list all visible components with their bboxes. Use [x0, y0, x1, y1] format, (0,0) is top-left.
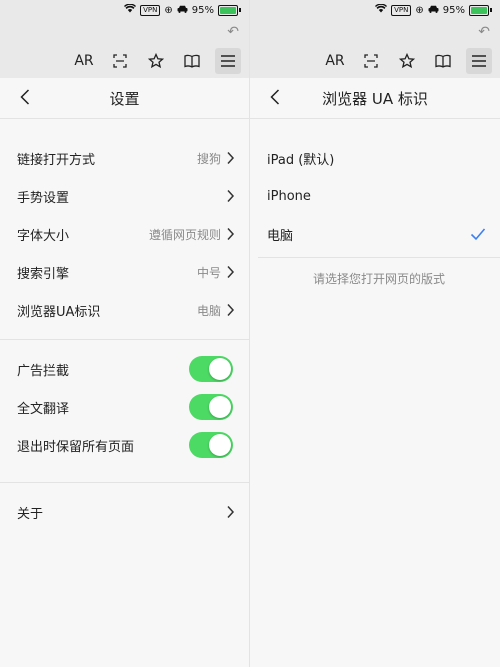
ua-option-ipad[interactable]: iPad (默认) [250, 139, 500, 177]
option-label: iPad (默认) [267, 152, 335, 168]
divider [0, 482, 249, 483]
setting-ua[interactable]: 浏览器UA标识 电脑 [0, 291, 249, 329]
chevron-right-icon [227, 265, 235, 279]
scan-icon[interactable] [358, 48, 384, 74]
setting-translate: 全文翻译 [0, 388, 249, 426]
location-icon: ⊕ [164, 4, 173, 16]
checkmark-icon [470, 228, 486, 241]
setting-value: 电脑 [196, 303, 221, 318]
option-label: iPhone [267, 188, 311, 204]
wifi-icon [124, 3, 137, 16]
car-icon [428, 5, 439, 16]
setting-label: 全文翻译 [17, 401, 70, 417]
battery-text: 95% [191, 4, 214, 16]
setting-value: 搜狗 [196, 151, 221, 166]
menu-icon[interactable] [466, 48, 492, 74]
setting-link-open[interactable]: 链接打开方式 搜狗 [0, 139, 249, 177]
settings-pane: VPN ⊕ 95% ↶ AR 设置 链接打开方式 搜狗 手势设置 字体大小 遵循… [0, 0, 250, 667]
setting-label: 广告拦截 [17, 363, 70, 379]
split-screen: VPN ⊕ 95% ↶ AR 设置 链接打开方式 搜狗 手势设置 字体大小 遵循… [0, 0, 500, 667]
setting-value: 遵循网页规则 [148, 227, 221, 242]
settings-navbar: 设置 [0, 78, 249, 119]
chevron-right-icon [227, 189, 235, 203]
battery-icon [469, 4, 492, 16]
menu-icon[interactable] [215, 48, 241, 74]
keep-pages-toggle[interactable] [189, 432, 233, 458]
setting-label: 退出时保留所有页面 [17, 439, 135, 455]
car-icon [177, 5, 188, 16]
page-title: 浏览器 UA 标识 [322, 89, 428, 108]
ua-option-iphone[interactable]: iPhone [250, 177, 500, 215]
ua-navbar: 浏览器 UA 标识 [250, 78, 500, 119]
ua-option-desktop[interactable]: 电脑 [250, 215, 500, 253]
setting-keep-pages: 退出时保留所有页面 [0, 426, 249, 464]
ua-pane: VPN ⊕ 95% ↶ AR 浏览器 UA 标识 iPad (默认) iPhon… [250, 0, 500, 667]
setting-label: 手势设置 [17, 190, 70, 206]
star-icon[interactable] [143, 48, 169, 74]
book-icon[interactable] [179, 48, 205, 74]
top-bar: ↶ [250, 20, 500, 44]
setting-label: 搜索引擎 [17, 266, 70, 282]
option-label: 电脑 [267, 228, 294, 244]
chevron-right-icon [227, 151, 235, 165]
ua-hint: 请选择您打开网页的版式 [258, 257, 500, 287]
back-button[interactable] [14, 86, 36, 108]
location-icon: ⊕ [415, 4, 424, 16]
ar-button[interactable]: AR [71, 48, 97, 74]
chevron-right-icon [227, 227, 235, 241]
ua-options: iPad (默认) iPhone 电脑 请选择您打开网页的版式 [250, 139, 500, 287]
setting-font-size[interactable]: 字体大小 遵循网页规则 [0, 215, 249, 253]
undo-icon[interactable]: ↶ [478, 24, 490, 40]
status-bar: VPN ⊕ 95% [250, 0, 500, 20]
battery-text: 95% [442, 4, 465, 16]
undo-icon[interactable]: ↶ [227, 24, 239, 40]
translate-toggle[interactable] [189, 394, 233, 420]
setting-label: 链接打开方式 [17, 152, 96, 168]
setting-about[interactable]: 关于 [0, 493, 249, 531]
status-bar: VPN ⊕ 95% [0, 0, 249, 20]
setting-gesture[interactable]: 手势设置 [0, 177, 249, 215]
battery-icon [218, 4, 241, 16]
setting-label: 关于 [17, 506, 44, 522]
scan-icon[interactable] [107, 48, 133, 74]
ad-block-toggle[interactable] [189, 356, 233, 382]
browser-toolbar: AR [250, 44, 500, 78]
divider [0, 339, 249, 340]
setting-label: 字体大小 [17, 228, 70, 244]
setting-ad-block: 广告拦截 [0, 350, 249, 388]
browser-toolbar: AR [0, 44, 249, 78]
top-bar: ↶ [0, 20, 249, 44]
vpn-badge: VPN [391, 4, 412, 16]
setting-search-engine[interactable]: 搜索引擎 中号 [0, 253, 249, 291]
book-icon[interactable] [430, 48, 456, 74]
star-icon[interactable] [394, 48, 420, 74]
chevron-right-icon [227, 505, 235, 519]
ar-button[interactable]: AR [322, 48, 348, 74]
setting-value: 中号 [196, 265, 221, 280]
wifi-icon [375, 3, 388, 16]
setting-label: 浏览器UA标识 [17, 304, 101, 320]
page-title: 设置 [109, 89, 140, 108]
settings-list: 链接打开方式 搜狗 手势设置 字体大小 遵循网页规则 搜索引擎 中号 浏览器UA… [0, 139, 249, 531]
chevron-right-icon [227, 303, 235, 317]
back-button[interactable] [264, 86, 286, 108]
vpn-badge: VPN [140, 4, 161, 16]
